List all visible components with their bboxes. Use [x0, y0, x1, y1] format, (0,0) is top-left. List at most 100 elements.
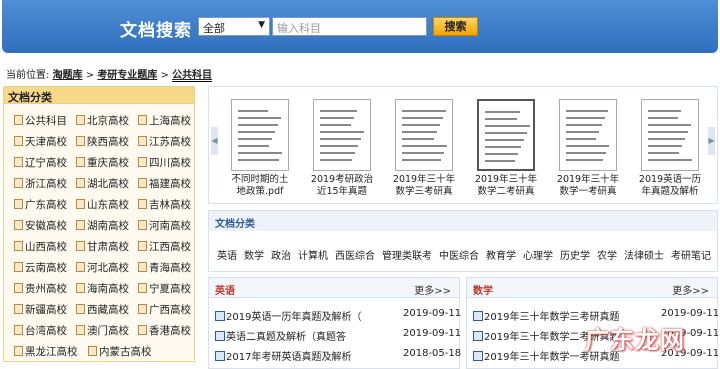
sidebar-item[interactable]: 江西高校	[138, 239, 191, 254]
sidebar-item[interactable]: 香港高校	[138, 323, 191, 338]
doc-caption: 不同时期的土 地政策.pdf	[231, 174, 289, 197]
sidebar-item[interactable]: 重庆高校	[76, 155, 129, 170]
breadcrumb-current[interactable]: 公共科目	[172, 70, 213, 82]
sidebar-item[interactable]: 天津高校	[14, 134, 67, 149]
sidebar-item[interactable]: 山东高校	[76, 197, 129, 212]
category-tag[interactable]: 考研笔记	[671, 251, 711, 262]
sidebar-item[interactable]: 海南高校	[76, 281, 129, 296]
folder-icon	[138, 115, 147, 125]
sidebar-item[interactable]: 山西高校	[14, 239, 67, 254]
word-doc-icon	[473, 311, 483, 321]
sidebar-item[interactable]: 黑龙江高校	[14, 344, 78, 359]
doc-thumbnail[interactable]	[313, 99, 371, 171]
breadcrumb-link[interactable]: 淘题库	[53, 70, 83, 81]
category-tag[interactable]: 农学	[597, 251, 617, 262]
sidebar-item[interactable]: 安徽高校	[14, 218, 67, 233]
sidebar-item[interactable]: 新疆高校	[14, 302, 67, 317]
folder-icon	[14, 241, 23, 251]
breadcrumb-link[interactable]: 考研专业题库	[97, 70, 157, 81]
doc-card[interactable]: 不同时期的土 地政策.pdf	[223, 99, 297, 198]
category-tag[interactable]: 数学	[244, 251, 264, 262]
doc-list-item[interactable]: 2017年考研英语真题及解析 2018-05-18	[215, 348, 461, 363]
sidebar-item[interactable]: 河北高校	[76, 260, 129, 275]
folder-icon	[88, 346, 97, 356]
sidebar-item[interactable]: 甘肃高校	[76, 239, 129, 254]
folder-icon	[14, 283, 23, 293]
category-tag[interactable]: 中医综合	[439, 251, 479, 262]
folder-icon	[14, 346, 23, 356]
arrow-right-icon[interactable]: ▶	[708, 127, 715, 155]
doc-caption: 2019考研政治 近15年真题	[310, 174, 374, 197]
doc-thumbnail[interactable]	[231, 99, 289, 171]
folder-icon	[76, 304, 85, 314]
doc-thumbnail[interactable]	[395, 99, 453, 171]
sidebar-item[interactable]: 广西高校	[138, 302, 191, 317]
folder-icon	[14, 262, 23, 272]
sidebar-item[interactable]: 辽宁高校	[14, 155, 67, 170]
sidebar-item[interactable]: 吉林高校	[138, 197, 191, 212]
folder-icon	[14, 115, 23, 125]
sidebar-item[interactable]: 青海高校	[138, 260, 191, 275]
doc-card[interactable]: 2019年三十年 数学三考研真	[387, 99, 461, 198]
folder-icon	[138, 283, 147, 293]
folder-icon	[138, 304, 147, 314]
folder-icon	[14, 199, 23, 209]
category-tag[interactable]: 英语	[217, 251, 237, 262]
sidebar-item[interactable]: 陕西高校	[76, 134, 129, 149]
doc-thumbnail[interactable]	[477, 99, 535, 171]
doc-list-item[interactable]: 英语二真题及解析（真题答 2019-09-11	[215, 328, 461, 343]
english-more-link[interactable]: 更多>>	[414, 282, 451, 297]
math-more-link[interactable]: 更多>>	[672, 282, 709, 297]
sidebar-item[interactable]: 台湾高校	[14, 323, 67, 338]
category-tag[interactable]: 历史学	[560, 251, 590, 262]
doc-card[interactable]: 2019考研政治 近15年真题	[305, 99, 379, 198]
category-tag[interactable]: 计算机	[298, 251, 328, 262]
header-bar: 文档搜索 全部 ▼ 输入科目 搜索	[2, 0, 718, 53]
folder-icon	[14, 304, 23, 314]
category-tag[interactable]: 心理学	[523, 251, 553, 262]
sidebar-item[interactable]: 西藏高校	[76, 302, 129, 317]
sidebar: 文档分类 公共科目 北京高校 上海高校 天津高校 陕西高校 江苏高校 辽宁高校 重庆高校 四川高…	[3, 86, 195, 362]
sidebar-item[interactable]: 云南高校	[14, 260, 67, 275]
category-tag[interactable]: 政治	[271, 251, 291, 262]
doc-card[interactable]: 2019英语一历 年真题及解析	[633, 99, 707, 198]
sidebar-item[interactable]: 北京高校	[76, 113, 129, 128]
sidebar-item[interactable]: 河南高校	[138, 218, 191, 233]
sidebar-item[interactable]: 江苏高校	[138, 134, 191, 149]
english-panel: 英语 更多>> 2019英语一历年真题及解析（ 2019-09-11 英语二真题及解析…	[208, 277, 461, 369]
sidebar-item[interactable]: 公共科目	[14, 113, 67, 128]
folder-icon	[138, 262, 147, 272]
doc-thumbnail[interactable]	[559, 99, 617, 171]
folder-icon	[76, 325, 85, 335]
doc-card[interactable]: 2019年三十年 数学一考研真	[551, 99, 625, 198]
sidebar-item[interactable]: 四川高校	[138, 155, 191, 170]
doc-thumbnail[interactable]	[641, 99, 699, 171]
category-tag[interactable]: 教育学	[486, 251, 516, 262]
arrow-left-icon[interactable]: ◀	[211, 127, 218, 155]
sidebar-item[interactable]: 广东高校	[14, 197, 67, 212]
sidebar-item[interactable]: 宁夏高校	[138, 281, 191, 296]
folder-icon	[76, 283, 85, 293]
sidebar-item[interactable]: 湖南高校	[76, 218, 129, 233]
word-doc-icon	[215, 351, 225, 361]
folder-icon	[138, 325, 147, 335]
sidebar-item[interactable]: 内蒙古高校	[88, 344, 152, 359]
search-input[interactable]: 输入科目	[272, 17, 427, 36]
sidebar-item[interactable]: 浙江高校	[14, 176, 67, 191]
sidebar-item[interactable]: 上海高校	[138, 113, 191, 128]
doc-list-item[interactable]: 2019英语一历年真题及解析（ 2019-09-11	[215, 308, 461, 323]
category-tag[interactable]: 管理类联考	[382, 251, 432, 262]
category-select[interactable]: 全部 ▼	[198, 17, 270, 36]
sidebar-item[interactable]: 澳门高校	[76, 323, 129, 338]
category-tag[interactable]: 法律硕士	[624, 251, 664, 262]
doc-category-panel: 文档分类 英语 数学 政治 计算机 西医综合 管理类联考 中医综合 教育学 心理学 历史学 农学 法律…	[208, 210, 718, 272]
folder-icon	[138, 136, 147, 146]
doc-card[interactable]: 2019年三十年 数学二考研真	[469, 99, 543, 198]
folder-icon	[14, 178, 23, 188]
sidebar-item[interactable]: 湖北高校	[76, 176, 129, 191]
search-button[interactable]: 搜索	[433, 17, 478, 36]
sidebar-item[interactable]: 福建高校	[138, 176, 191, 191]
category-tag[interactable]: 西医综合	[335, 251, 375, 262]
sidebar-item[interactable]: 贵州高校	[14, 281, 67, 296]
breadcrumb: 当前位置: 淘题库 > 考研专业题库 > 公共科目	[6, 70, 213, 82]
